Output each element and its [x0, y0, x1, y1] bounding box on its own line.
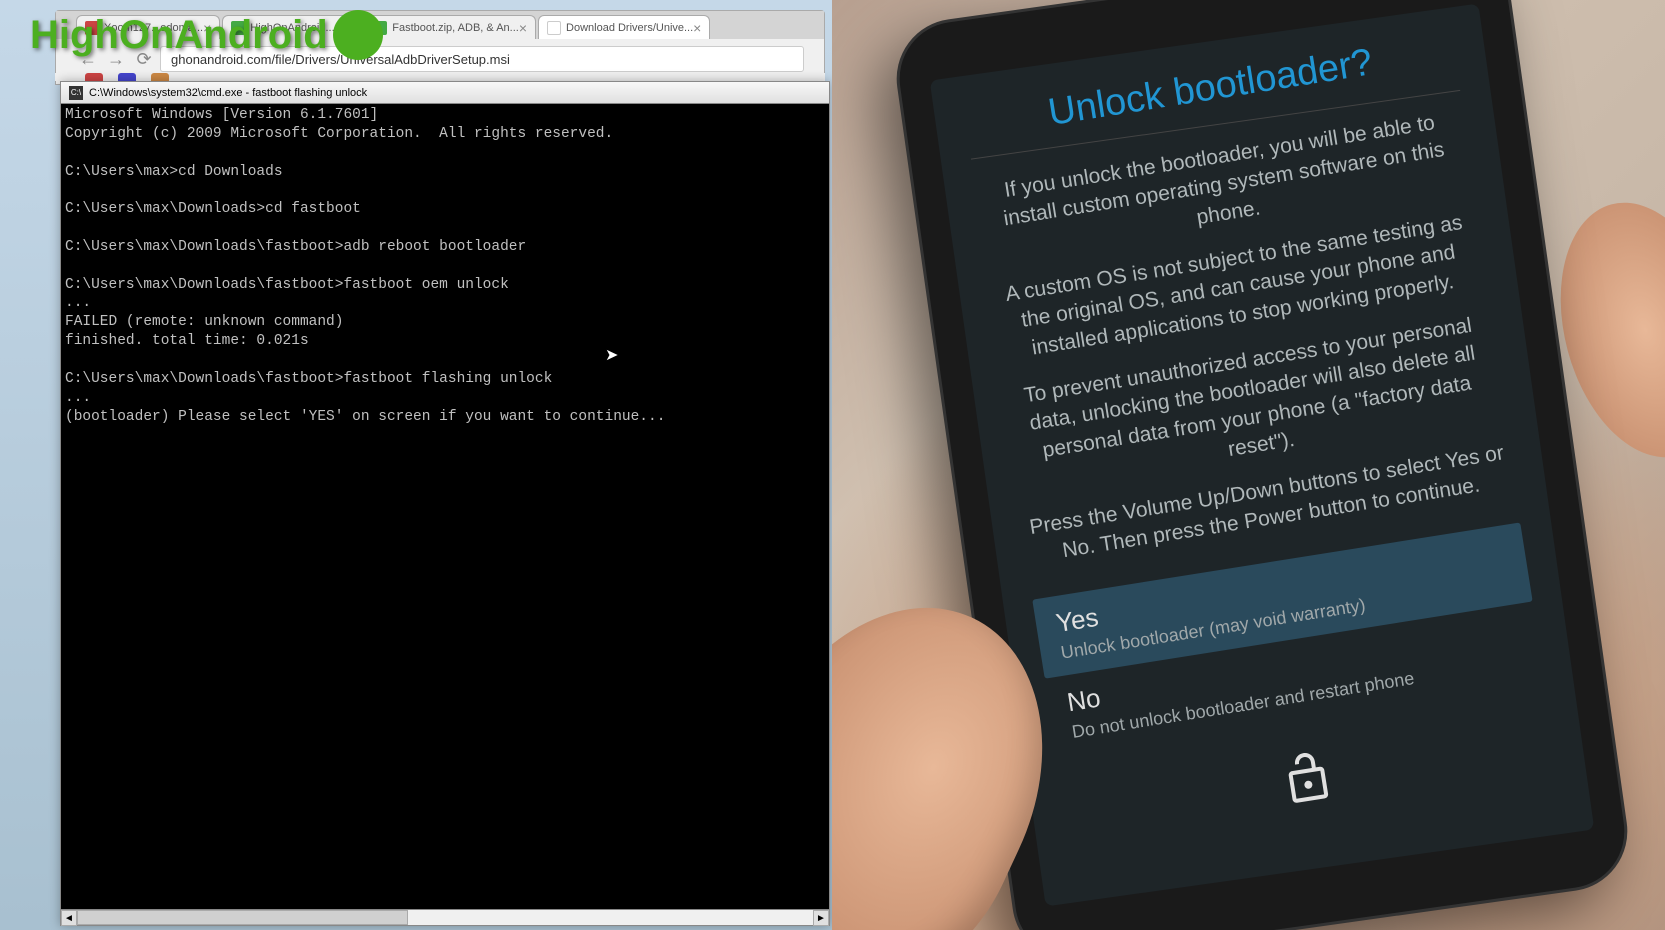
scroll-left-icon[interactable]: ◄	[61, 910, 77, 926]
cmd-title: C:\Windows\system32\cmd.exe - fastboot f…	[89, 87, 367, 99]
browser-tab-3[interactable]: Fastboot.zip, ADB, & An... ×	[364, 15, 536, 39]
tab-label: Download Drivers/Unive...	[566, 22, 693, 34]
close-icon[interactable]: ×	[519, 20, 527, 36]
cmd-icon: C:\	[69, 86, 83, 100]
watermark-text: HighOnAndroid	[30, 13, 328, 58]
watermark-logo: HighOnAndroid	[30, 10, 383, 60]
cmd-content[interactable]: Microsoft Windows [Version 6.1.7601] Cop…	[61, 104, 829, 428]
mouse-cursor-icon: ➤	[605, 345, 618, 365]
scroll-track[interactable]	[77, 910, 813, 925]
camera-right: Unlock bootloader? If you unlock the boo…	[832, 0, 1665, 930]
close-icon[interactable]: ×	[693, 20, 701, 36]
cmd-titlebar[interactable]: C:\ C:\Windows\system32\cmd.exe - fastbo…	[61, 82, 829, 104]
desktop-left: HighOnAndroid Xoom127...edoma... × HighO…	[0, 0, 832, 930]
scroll-right-icon[interactable]: ►	[813, 910, 829, 926]
scroll-thumb[interactable]	[77, 910, 408, 925]
bootloader-options: Yes Unlock bootloader (may void warranty…	[1032, 527, 1543, 754]
horizontal-scrollbar[interactable]: ◄ ►	[61, 909, 829, 925]
cmd-window[interactable]: C:\ C:\Windows\system32\cmd.exe - fastbo…	[60, 81, 830, 926]
bookmarks-bar	[55, 73, 825, 81]
tab-label: Fastboot.zip, ADB, & An...	[392, 22, 519, 34]
android-icon	[333, 10, 383, 60]
tab-favicon	[547, 21, 561, 35]
browser-tab-4[interactable]: Download Drivers/Unive... ×	[538, 15, 710, 39]
